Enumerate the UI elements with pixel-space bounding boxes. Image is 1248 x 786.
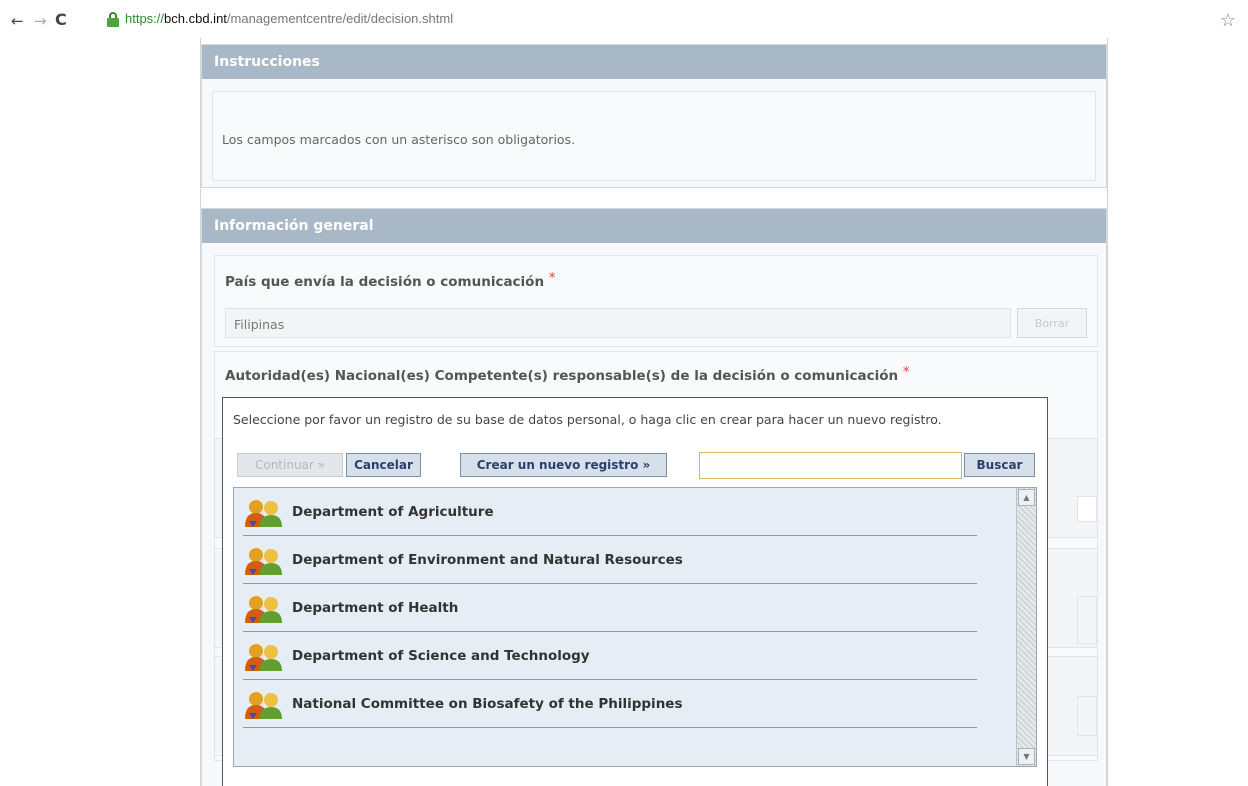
continue-button[interactable]: Continuar »	[237, 453, 343, 477]
item-label: Department of Health	[292, 600, 459, 616]
item-label: Department of Agriculture	[292, 504, 494, 520]
item-label: National Committee on Biosafety of the P…	[292, 696, 683, 712]
browser-toolbar: ← → C https://bch.cbd.int/managementcent…	[0, 0, 1248, 38]
url-path: /managementcentre/edit/decision.shtml	[226, 11, 454, 26]
required-mark: *	[548, 270, 556, 286]
back-arrow-icon[interactable]: ←	[11, 14, 24, 29]
bookmark-star-icon[interactable]: ☆	[1220, 10, 1236, 31]
authority-label-text: Autoridad(es) Nacional(es) Competente(s)…	[225, 368, 899, 384]
instructions-text: Los campos marcados con un asterisco son…	[222, 132, 576, 147]
url-text[interactable]: https://bch.cbd.int/managementcentre/edi…	[125, 11, 453, 26]
list-item[interactable]: Department of Agriculture	[243, 488, 977, 536]
search-button[interactable]: Buscar	[964, 453, 1035, 477]
create-record-button[interactable]: Crear un nuevo registro »	[460, 453, 667, 477]
people-icon	[245, 644, 282, 671]
instructions-box: Los campos marcados con un asterisco son…	[212, 91, 1096, 181]
forward-arrow-icon[interactable]: →	[34, 14, 47, 29]
list-scrollbar[interactable]: ▲ ▼	[1016, 488, 1036, 766]
record-selection-popup: Seleccione por favor un registro de su b…	[222, 397, 1048, 786]
list-item[interactable]: Department of Science and Technology	[243, 632, 977, 680]
reload-icon[interactable]: C	[55, 12, 67, 28]
scroll-down-icon[interactable]: ▼	[1018, 748, 1035, 765]
background-input-edge	[1077, 496, 1097, 522]
list-item[interactable]: Department of Health	[243, 584, 977, 632]
clear-button[interactable]: Borrar	[1017, 308, 1087, 338]
search-input[interactable]	[699, 452, 962, 479]
people-icon	[245, 548, 282, 575]
country-label-text: País que envía la decisión o comunicació…	[225, 274, 545, 290]
authority-label: Autoridad(es) Nacional(es) Competente(s)…	[225, 364, 910, 384]
list-item[interactable]: Department of Environment and Natural Re…	[243, 536, 977, 584]
instructions-header: Instrucciones	[202, 45, 1106, 79]
cancel-button[interactable]: Cancelar	[346, 453, 421, 477]
scroll-up-icon[interactable]: ▲	[1018, 489, 1035, 506]
popup-message: Seleccione por favor un registro de su b…	[233, 412, 942, 427]
url-scheme: https://	[125, 11, 165, 26]
country-field-block: País que envía la decisión o comunicació…	[214, 255, 1098, 347]
general-info-header: Información general	[202, 209, 1106, 243]
people-icon	[245, 596, 282, 623]
lock-icon	[107, 12, 119, 27]
background-input-edge	[1077, 596, 1097, 644]
item-label: Department of Science and Technology	[292, 648, 590, 664]
people-icon	[245, 692, 282, 719]
address-bar[interactable]: https://bch.cbd.int/managementcentre/edi…	[107, 10, 1215, 32]
people-icon	[245, 500, 282, 527]
instructions-panel: Instrucciones Los campos marcados con un…	[201, 44, 1107, 188]
country-label: País que envía la decisión o comunicació…	[225, 270, 556, 290]
url-host: bch.cbd.int	[164, 11, 227, 26]
item-label: Department of Environment and Natural Re…	[292, 552, 683, 568]
background-input-edge	[1077, 696, 1097, 736]
country-input[interactable]: Filipinas	[225, 308, 1011, 338]
record-list: Department of Agriculture Department of …	[233, 487, 1037, 767]
list-item[interactable]: National Committee on Biosafety of the P…	[243, 680, 977, 728]
required-mark: *	[902, 364, 910, 380]
